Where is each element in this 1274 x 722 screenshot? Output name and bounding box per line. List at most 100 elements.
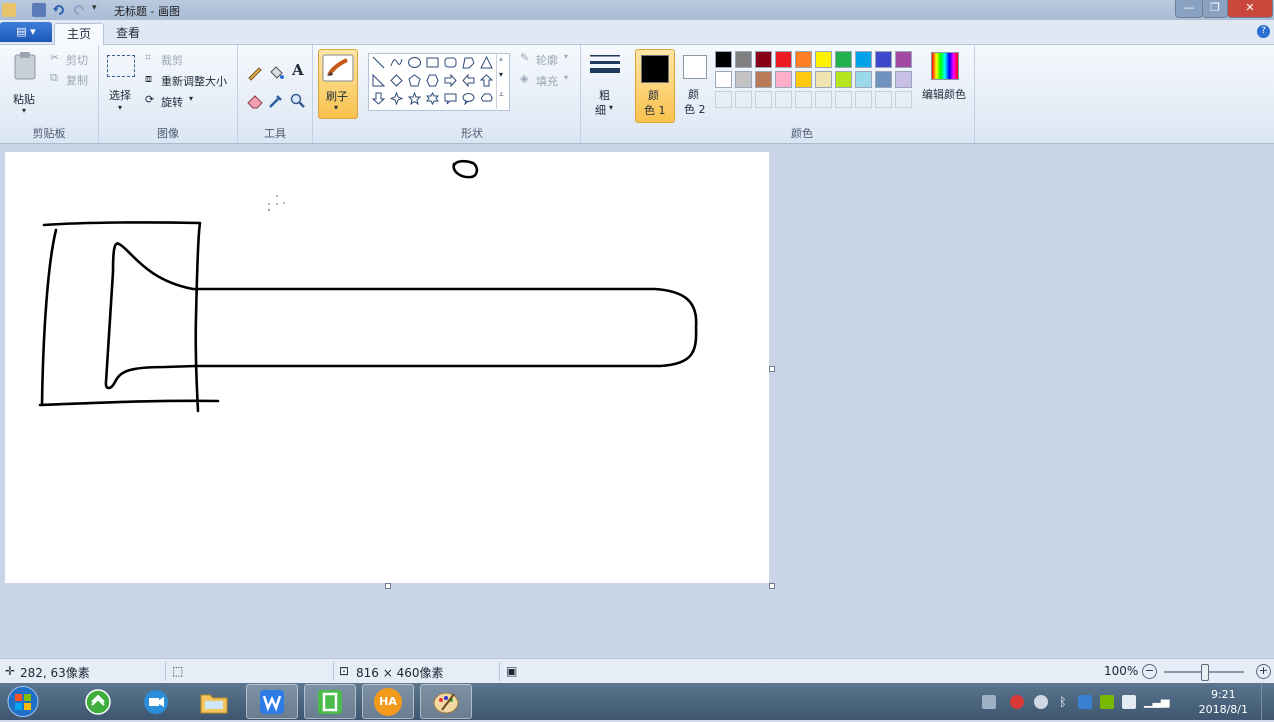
select-button[interactable]: 选择 ▾: [105, 53, 137, 117]
minimize-button[interactable]: —: [1175, 0, 1203, 18]
down-arrow-shape[interactable]: [371, 91, 386, 106]
eraser-tool[interactable]: [246, 92, 264, 110]
palette-color[interactable]: [755, 71, 772, 88]
taskbar-app-wps-writer[interactable]: [246, 684, 298, 719]
show-desktop-button[interactable]: [1261, 683, 1274, 720]
device-tray-icon[interactable]: [1122, 695, 1136, 709]
up-arrow-shape[interactable]: [479, 73, 494, 88]
palette-color[interactable]: [895, 71, 912, 88]
signal-tray-icon[interactable]: ▁▃▅: [1144, 695, 1169, 709]
tab-home[interactable]: 主页: [54, 23, 105, 45]
palette-color[interactable]: [755, 51, 772, 68]
edit-colors-button[interactable]: 编辑颜色: [920, 49, 970, 115]
fill-button[interactable]: ◈ 填充 ▾: [520, 72, 576, 88]
line-shape[interactable]: [371, 55, 386, 70]
resize-handle-bottom[interactable]: [385, 583, 391, 589]
close-button[interactable]: ✕: [1227, 0, 1273, 18]
maximize-button[interactable]: ❐: [1202, 0, 1228, 18]
rectangle-shape[interactable]: [425, 55, 440, 70]
palette-color[interactable]: [835, 71, 852, 88]
color-2-button[interactable]: 颜 色 2: [677, 49, 715, 121]
triangle-shape[interactable]: [479, 55, 494, 70]
custom-color-slot[interactable]: [895, 91, 912, 108]
custom-color-slot[interactable]: [795, 91, 812, 108]
palette-color[interactable]: [855, 51, 872, 68]
palette-color[interactable]: [815, 51, 832, 68]
six-point-star-shape[interactable]: [425, 91, 440, 106]
right-triangle-shape[interactable]: [371, 73, 386, 88]
left-arrow-shape[interactable]: [461, 73, 476, 88]
nvidia-tray-icon[interactable]: [1100, 695, 1114, 709]
palette-color[interactable]: [855, 71, 872, 88]
palette-color[interactable]: [715, 51, 732, 68]
palette-color[interactable]: [715, 71, 732, 88]
custom-color-slot[interactable]: [735, 91, 752, 108]
cloud-callout-shape[interactable]: [479, 91, 494, 106]
help-icon[interactable]: ?: [1257, 25, 1270, 38]
taskbar-app-browser[interactable]: [72, 684, 124, 719]
resize-handle-corner[interactable]: [769, 583, 775, 589]
palette-color[interactable]: [875, 51, 892, 68]
fill-tool[interactable]: [267, 63, 285, 81]
polygon-shape[interactable]: [461, 55, 476, 70]
magnifier-tool[interactable]: [289, 92, 307, 110]
palette-color[interactable]: [795, 71, 812, 88]
crop-button[interactable]: ⌗ 裁剪: [145, 51, 225, 67]
drawing-canvas[interactable]: [5, 152, 769, 583]
resize-handle-right[interactable]: [769, 366, 775, 372]
size-button[interactable]: 粗 细 ▾: [587, 51, 623, 117]
palette-color[interactable]: [735, 51, 752, 68]
outline-button[interactable]: ✎ 轮廓 ▾: [520, 51, 576, 67]
palette-color[interactable]: [775, 51, 792, 68]
redo-icon[interactable]: [72, 3, 86, 17]
five-point-star-shape[interactable]: [407, 91, 422, 106]
bluetooth-tray-icon[interactable]: ᛒ: [1056, 695, 1070, 709]
save-icon[interactable]: [32, 3, 46, 17]
cloud-tray-icon[interactable]: [1034, 695, 1048, 709]
text-tool[interactable]: A: [290, 61, 308, 80]
palette-color[interactable]: [875, 71, 892, 88]
custom-color-slot[interactable]: [775, 91, 792, 108]
oval-shape[interactable]: [407, 55, 422, 70]
rounded-rectangle-shape[interactable]: [443, 55, 458, 70]
network-adapter-tray-icon[interactable]: [1078, 695, 1092, 709]
taskbar-app-video[interactable]: [130, 684, 182, 719]
palette-color[interactable]: [795, 51, 812, 68]
paint-app-icon[interactable]: [2, 3, 16, 17]
curve-shape[interactable]: [389, 55, 404, 70]
custom-color-slot[interactable]: [755, 91, 772, 108]
palette-color[interactable]: [775, 71, 792, 88]
four-point-star-shape[interactable]: [389, 91, 404, 106]
custom-color-slot[interactable]: [875, 91, 892, 108]
custom-color-slot[interactable]: [715, 91, 732, 108]
keyboard-tray-icon[interactable]: [982, 695, 996, 709]
hexagon-shape[interactable]: [425, 73, 440, 88]
copy-button[interactable]: ⧉ 复制: [50, 71, 94, 87]
taskbar-app-paint[interactable]: [420, 684, 472, 719]
undo-icon[interactable]: [52, 3, 66, 17]
palette-color[interactable]: [895, 51, 912, 68]
zoom-in-button[interactable]: +: [1256, 664, 1271, 679]
shapes-scroll[interactable]: ▴ ▾ ⩡: [496, 54, 509, 109]
color-picker-tool[interactable]: [267, 92, 285, 110]
resize-button[interactable]: ⧈ 重新调整大小: [145, 72, 233, 88]
tab-view[interactable]: 查看: [104, 23, 152, 44]
custom-color-slot[interactable]: [835, 91, 852, 108]
cut-button[interactable]: ✂ 剪切: [50, 51, 94, 67]
right-arrow-shape[interactable]: [443, 73, 458, 88]
taskbar-app-ha[interactable]: HA: [362, 684, 414, 719]
file-menu-button[interactable]: ▤ ▾: [0, 22, 52, 42]
clock[interactable]: 9:21 2018/8/1: [1199, 687, 1248, 717]
oval-callout-shape[interactable]: [461, 91, 476, 106]
pentagon-shape[interactable]: [407, 73, 422, 88]
palette-color[interactable]: [835, 51, 852, 68]
custom-color-slot[interactable]: [855, 91, 872, 108]
pencil-tool[interactable]: [246, 63, 264, 81]
start-button[interactable]: [4, 684, 42, 719]
palette-color[interactable]: [815, 71, 832, 88]
custom-color-slot[interactable]: [815, 91, 832, 108]
security-tray-icon[interactable]: [1010, 695, 1024, 709]
customize-quick-access-icon[interactable]: ▾: [92, 3, 106, 17]
brushes-button[interactable]: 刷子 ▾: [318, 49, 358, 119]
taskbar-app-explorer[interactable]: [188, 684, 240, 719]
